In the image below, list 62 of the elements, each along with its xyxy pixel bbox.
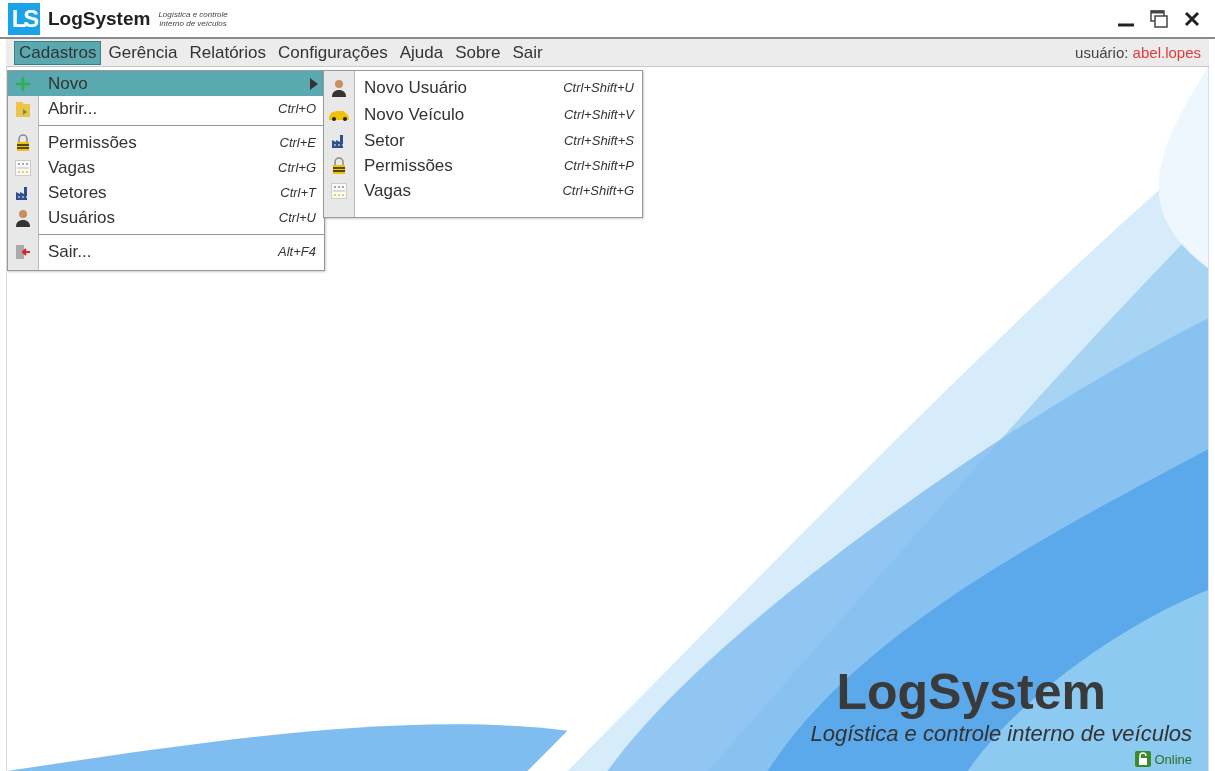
close-icon[interactable] (1183, 9, 1201, 28)
app-subtitle: Logística e controle interno de veículos (158, 9, 228, 28)
menu-entry[interactable]: Permissões Ctrl+E (8, 130, 324, 155)
app-logo: LS (8, 2, 40, 35)
shortcut-text: Ctrl+G (278, 160, 317, 175)
menu-item[interactable]: Sobre (450, 40, 506, 65)
splash-title: LogSystem (836, 663, 1106, 721)
menu-entry-label: Novo (47, 73, 89, 94)
parking-slots-icon (331, 182, 347, 199)
menu-entry[interactable]: Novo (8, 71, 324, 96)
menu-entry-label: Sair... (47, 241, 93, 262)
menu-entry[interactable]: Vagas Ctrl+G (8, 155, 324, 180)
shortcut-text: Ctrl+T (280, 185, 318, 200)
menu-entry-label: Vagas (363, 180, 412, 201)
parking-slots-icon (15, 159, 31, 176)
menu-entry-label: Permissões (363, 155, 454, 176)
exit-door-icon (15, 243, 31, 260)
menu-entry[interactable]: Setor Ctrl+Shift+S (324, 128, 642, 153)
app-title: LogSystem (48, 7, 151, 30)
menu-entry-label: Vagas (47, 157, 96, 178)
menu-entry[interactable]: Setores Ctrl+T (8, 180, 324, 205)
shortcut-text: Alt+F4 (278, 244, 317, 259)
splash-tagline: Logística e controle interno de veículos (810, 721, 1192, 747)
shortcut-text: Ctrl+E (279, 135, 317, 150)
menu-entry[interactable]: Novo Usuário Ctrl+Shift+U (324, 74, 642, 101)
menu-entry-label: Novo Usuário (363, 77, 468, 98)
plus-icon (15, 75, 31, 92)
shortcut-text: Ctrl+Shift+G (562, 183, 635, 198)
menu-entry[interactable]: Abrir... Ctrl+O (8, 96, 324, 121)
shortcut-text: Ctrl+Shift+U (563, 80, 635, 95)
person-icon (16, 208, 30, 227)
menu-entry[interactable]: Sair... Alt+F4 (8, 239, 324, 264)
menu-entry-label: Setores (47, 182, 108, 203)
car-icon (328, 108, 350, 121)
menu-item[interactable]: Ajuda (394, 40, 449, 65)
padlock-icon (332, 156, 346, 175)
menu-item[interactable]: Gerência (103, 40, 183, 65)
padlock-icon (16, 133, 30, 152)
menu-entry-label: Setor (363, 130, 406, 151)
menu-entry[interactable]: Usuários Ctrl+U (8, 205, 324, 230)
shortcut-text: Ctrl+O (278, 101, 317, 116)
menu-entry[interactable]: Permissões Ctrl+Shift+P (324, 153, 642, 178)
menu-entry-label: Permissões (47, 132, 138, 153)
user-info: usuário: abel.lopes (1075, 44, 1201, 61)
menu-entry-label: Novo Veículo (363, 104, 466, 125)
person-icon (332, 78, 346, 97)
menu-item[interactable]: Relatórios (184, 40, 271, 65)
shortcut-text: Ctrl+U (278, 210, 317, 225)
menu-entry-label: Usuários (47, 207, 117, 228)
menu-item[interactable]: Cadastros (14, 40, 102, 65)
restore-icon[interactable] (1149, 8, 1169, 29)
menu-item[interactable]: Configurações (273, 40, 393, 65)
menu-entry[interactable]: Novo Veículo Ctrl+Shift+V (324, 101, 642, 128)
menu-item[interactable]: Sair (507, 40, 548, 65)
factory-icon (331, 132, 347, 149)
shortcut-text: Ctrl+Shift+S (563, 133, 635, 148)
status-text: Online (1154, 751, 1192, 767)
shortcut-text: Ctrl+Shift+P (563, 158, 635, 173)
factory-icon (15, 184, 31, 201)
menu-entry[interactable]: Vagas Ctrl+Shift+G (324, 178, 642, 203)
shortcut-text: Ctrl+Shift+V (563, 107, 636, 122)
menu-entry-label: Abrir... (47, 98, 99, 119)
